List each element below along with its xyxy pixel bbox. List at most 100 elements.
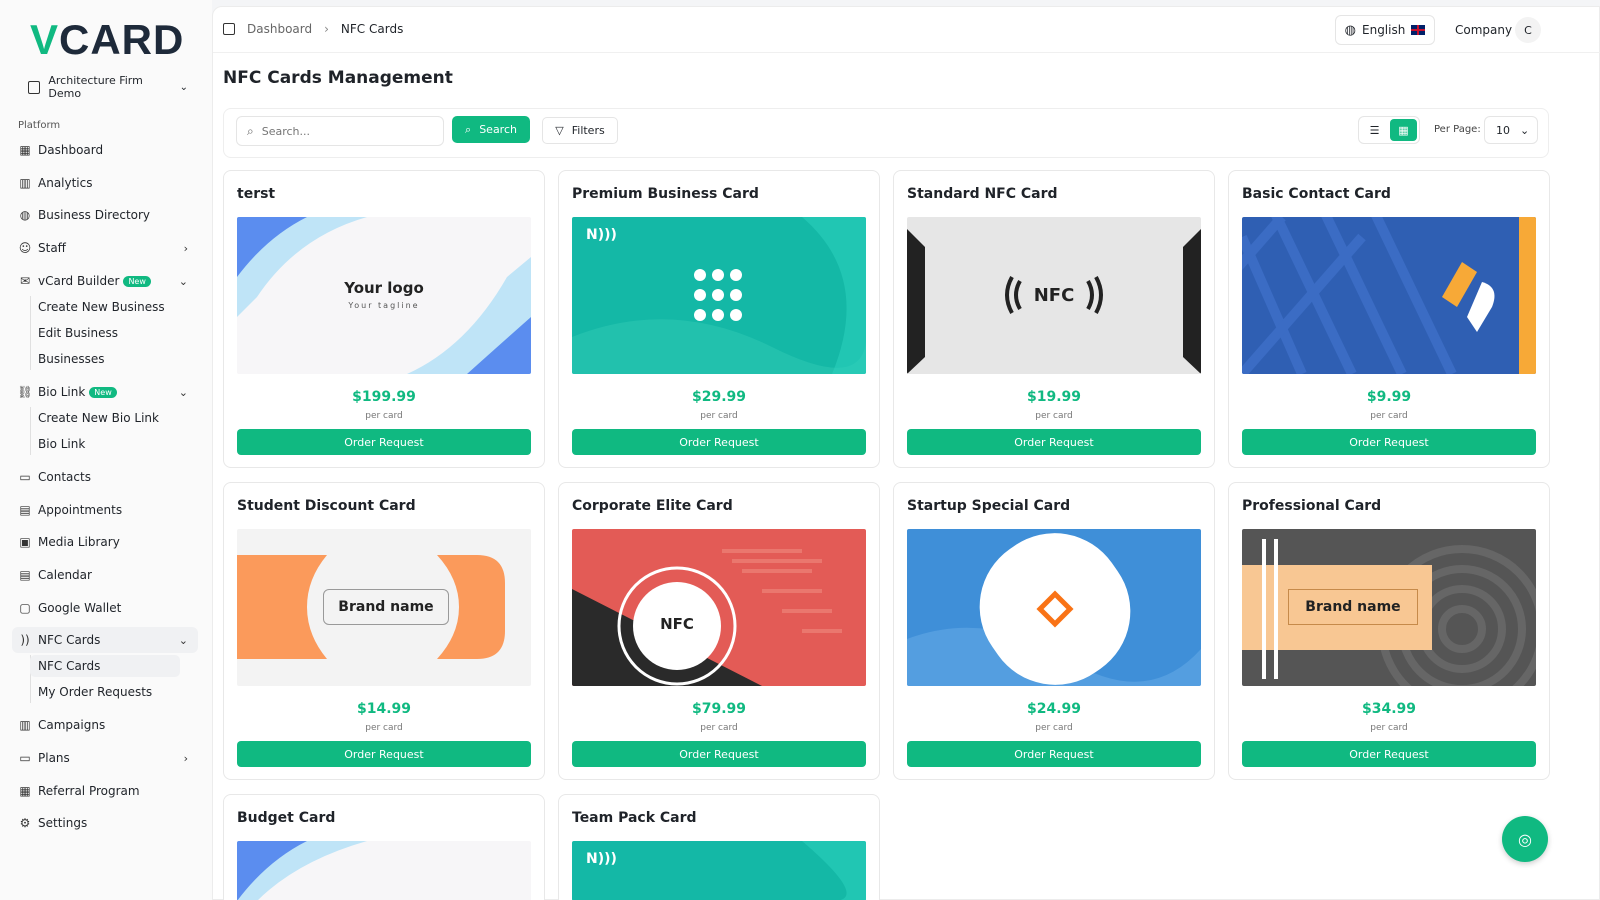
per-page-select[interactable]: 10 ⌄: [1484, 116, 1538, 144]
sidebar-item-label: NFC Cards: [38, 659, 101, 673]
nfc-card: Professional Card Brand name $34.99 per …: [1228, 482, 1550, 780]
card-price-unit: per card: [1035, 411, 1073, 421]
sidebar-subitem-my-order-requests[interactable]: My Order Requests: [30, 681, 180, 703]
card-price-unit: per card: [700, 723, 738, 733]
search-field[interactable]: ⌕: [236, 116, 444, 146]
sidebar-item-business-directory[interactable]: ◍ Business Directory: [12, 202, 198, 228]
list-view-icon[interactable]: ☰: [1361, 119, 1388, 141]
sidebar-item-label: Create New Business: [38, 300, 165, 314]
avatar[interactable]: C: [1515, 17, 1541, 43]
card-image: NFC: [907, 217, 1201, 374]
grid-icon: ▦: [19, 143, 31, 157]
view-toggle: ☰ ▦: [1358, 116, 1420, 144]
sidebar-item-google-wallet[interactable]: ▢ Google Wallet: [12, 595, 198, 621]
users-icon: ☺: [18, 241, 32, 255]
order-request-button[interactable]: Order Request: [572, 429, 866, 455]
order-request-button[interactable]: Order Request: [237, 741, 531, 767]
sidebar-item-vcard-builder[interactable]: ✉ vCard Builder New ⌄: [12, 268, 198, 294]
order-request-button[interactable]: Order Request: [1242, 741, 1536, 767]
uk-flag-icon: [1411, 25, 1426, 35]
sidebar-toggle-icon[interactable]: [223, 23, 235, 35]
card-title: Premium Business Card: [572, 186, 759, 202]
top-bar: Dashboard › NFC Cards ◍ English Company …: [213, 7, 1600, 53]
app-logo[interactable]: V CARD: [30, 19, 190, 61]
sidebar-item-label: Bio Link: [38, 385, 86, 399]
card-price-unit: per card: [1035, 723, 1073, 733]
mail-icon: ✉: [19, 274, 31, 288]
sidebar-item-label: Campaigns: [38, 718, 106, 732]
sidebar-item-settings[interactable]: ⚙ Settings: [12, 810, 198, 836]
sidebar-item-label: Google Wallet: [38, 601, 122, 615]
grid-view-icon[interactable]: ▦: [1390, 119, 1417, 141]
card-title: Team Pack Card: [572, 810, 697, 826]
order-request-button[interactable]: Order Request: [572, 741, 866, 767]
sidebar-subitem-edit-business[interactable]: Edit Business: [30, 322, 180, 344]
nfc-card: Standard NFC Card NFC $19.99 per card Or…: [893, 170, 1215, 468]
filters-button[interactable]: ▽ Filters: [542, 117, 618, 144]
sidebar-item-appointments[interactable]: ▤ Appointments: [12, 497, 198, 523]
sidebar-item-label: Media Library: [38, 535, 120, 549]
card-title: Professional Card: [1242, 498, 1382, 514]
sidebar-item-media-library[interactable]: ▣ Media Library: [12, 529, 198, 555]
sidebar-item-plans[interactable]: ▭ Plans ›: [12, 745, 198, 771]
sidebar-item-label: Calendar: [38, 568, 92, 582]
sidebar-item-calendar[interactable]: ▤ Calendar: [12, 562, 198, 588]
sidebar-item-label: Create New Bio Link: [38, 411, 159, 425]
sidebar-item-label: Business Directory: [38, 208, 151, 222]
sidebar-subitem-businesses[interactable]: Businesses: [30, 348, 180, 370]
nfc-card: Budget Card: [223, 794, 545, 900]
card-price: $29.99: [691, 389, 747, 405]
calendar-icon: ▤: [19, 503, 31, 517]
globe-icon: ◍: [1344, 22, 1356, 38]
new-badge: New: [123, 275, 151, 287]
card-tagline: Your tagline: [348, 301, 420, 310]
card-brand-text: Brand name: [1288, 589, 1418, 625]
calendar-icon: ▤: [19, 568, 31, 582]
wallet-icon: ▢: [19, 601, 31, 615]
search-button[interactable]: ⌕ Search: [452, 116, 530, 143]
sidebar-subitem-create-new-business[interactable]: Create New Business: [30, 296, 180, 318]
sidebar-item-campaigns[interactable]: ▥ Campaigns: [12, 712, 198, 738]
language-selector[interactable]: ◍ English: [1335, 15, 1435, 45]
chevron-right-icon: ›: [183, 751, 188, 765]
nfc-card: Basic Contact Card $9.99 per card Order …: [1228, 170, 1550, 468]
chevron-down-icon: ⌄: [179, 81, 188, 93]
nfc-icon: N))): [586, 227, 617, 243]
sidebar-item-dashboard[interactable]: ▦ Dashboard: [12, 137, 198, 163]
chevron-right-icon: ›: [183, 241, 188, 255]
sidebar-item-label: Plans: [38, 751, 70, 765]
breadcrumb-dashboard[interactable]: Dashboard: [247, 22, 312, 36]
card-title: Standard NFC Card: [907, 186, 1058, 202]
sidebar-item-bio-link[interactable]: ⛓ Bio Link New ⌄: [12, 379, 198, 405]
search-input[interactable]: [261, 124, 422, 138]
card-image: N))): [572, 841, 866, 900]
card-image: [1242, 217, 1536, 374]
sidebar-item-analytics[interactable]: ▥ Analytics: [12, 170, 198, 196]
card-price: $9.99: [1366, 389, 1412, 405]
card-nfc-label: NFC: [660, 615, 694, 633]
workspace-switcher[interactable]: Architecture Firm Demo ⌄: [28, 74, 188, 100]
chevron-down-icon: ⌄: [178, 274, 188, 288]
sidebar-item-staff[interactable]: ☺ Staff ›: [12, 235, 198, 261]
card-title: terst: [237, 186, 276, 202]
bar-chart-icon: ▥: [19, 176, 31, 190]
help-fab-button[interactable]: ◎: [1502, 816, 1548, 862]
sidebar-item-referral-program[interactable]: ▦ Referral Program: [12, 778, 198, 804]
order-request-button[interactable]: Order Request: [1242, 429, 1536, 455]
sidebar-subitem-create-new-bio-link[interactable]: Create New Bio Link: [30, 407, 180, 429]
card-title: Budget Card: [237, 810, 336, 826]
new-badge: New: [89, 386, 117, 398]
order-request-button[interactable]: Order Request: [907, 429, 1201, 455]
sidebar-subitem-nfc-cards[interactable]: NFC Cards: [30, 655, 180, 677]
order-request-button[interactable]: Order Request: [907, 741, 1201, 767]
sidebar-item-nfc-cards[interactable]: )) NFC Cards ⌄: [12, 627, 198, 653]
sidebar-item-contacts[interactable]: ▭ Contacts: [12, 464, 198, 490]
nfc-card: Team Pack Card N))): [558, 794, 880, 900]
workspace-name: Architecture Firm Demo: [48, 74, 143, 100]
nfc-card: terst Your logo Your tagline $199.99 per…: [223, 170, 545, 468]
company-label[interactable]: Company: [1455, 23, 1512, 37]
sidebar-subitem-bio-link[interactable]: Bio Link: [30, 433, 180, 455]
order-request-button[interactable]: Order Request: [237, 429, 531, 455]
per-page-label: Per Page:: [1434, 124, 1481, 135]
search-icon: ⌕: [465, 122, 472, 136]
